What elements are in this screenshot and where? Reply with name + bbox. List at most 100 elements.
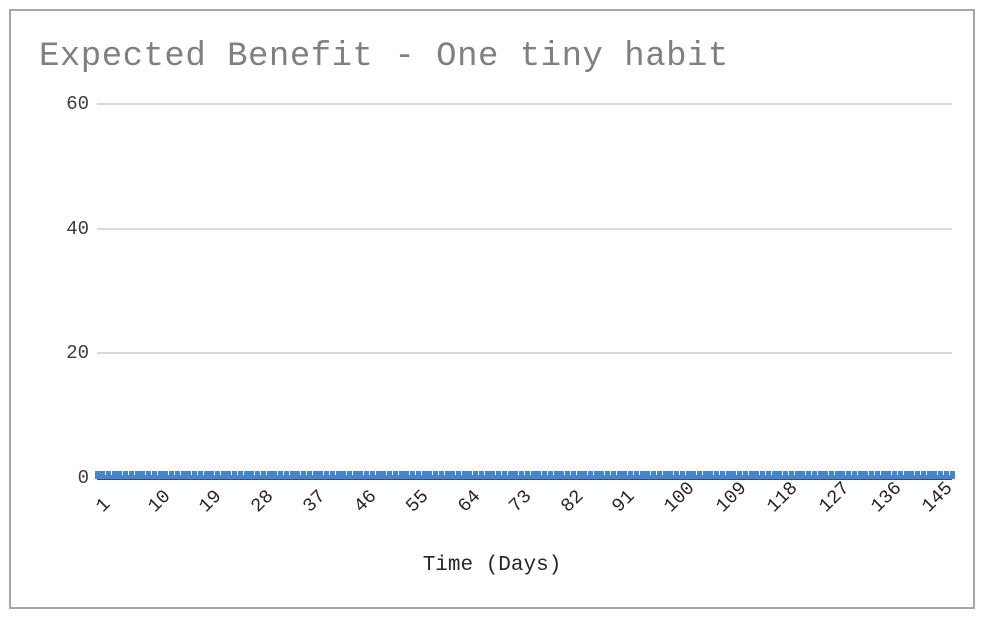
x-tick-label: 73 — [504, 485, 537, 518]
data-point-marker — [324, 471, 330, 480]
data-point-marker — [398, 471, 404, 480]
data-point-marker — [777, 471, 783, 480]
data-point-marker — [932, 471, 938, 480]
data-point-marker — [100, 471, 106, 480]
data-point-marker — [622, 471, 628, 480]
data-point-marker — [530, 471, 536, 480]
data-point-marker — [559, 471, 565, 480]
data-point-marker — [278, 471, 284, 480]
data-point-marker — [697, 471, 703, 480]
data-point-marker — [519, 471, 525, 480]
data-point-marker — [691, 471, 697, 480]
data-point-marker — [111, 471, 117, 480]
data-point-marker — [467, 471, 473, 480]
data-point-marker — [593, 471, 599, 480]
data-point-marker — [174, 471, 180, 480]
data-point-marker — [857, 471, 863, 480]
data-point-marker — [542, 471, 548, 480]
data-point-marker — [869, 471, 875, 480]
data-point-marker — [123, 471, 129, 480]
data-point-marker — [450, 471, 456, 480]
data-point-marker — [306, 471, 312, 480]
data-point-marker — [266, 471, 272, 480]
data-point-marker — [714, 471, 720, 480]
data-point-marker — [358, 471, 364, 480]
data-point-marker — [760, 471, 766, 480]
data-point-marker — [186, 471, 192, 480]
data-point-marker — [513, 471, 519, 480]
data-point-marker — [192, 471, 198, 480]
data-point-marker — [444, 471, 450, 480]
data-point-marker — [616, 471, 622, 480]
data-point-marker — [668, 471, 674, 480]
x-axis-title: Time (Days) — [422, 554, 562, 577]
data-point-marker — [249, 471, 255, 480]
data-point-marker — [157, 471, 163, 480]
data-point-marker — [903, 471, 909, 480]
chart-frame: Expected Benefit - One tiny habit 60 40 20… — [9, 9, 975, 609]
y-tick-label: 40 — [66, 217, 89, 240]
x-tick-label: 55 — [401, 485, 434, 518]
data-point-marker — [335, 471, 341, 480]
x-tick-label: 10 — [143, 485, 175, 518]
data-point-marker — [909, 471, 915, 480]
data-point-marker — [140, 471, 146, 480]
data-point-marker — [794, 471, 800, 480]
data-point-marker — [404, 471, 410, 480]
data-point-marker — [496, 471, 502, 480]
data-point-marker — [605, 471, 611, 480]
data-point-marker — [346, 471, 352, 480]
data-point-marker — [656, 471, 662, 480]
data-point-marker — [553, 471, 559, 480]
x-tick-label: 64 — [453, 485, 485, 518]
data-point-marker — [369, 471, 375, 480]
x-tick-label: 28 — [246, 485, 279, 518]
data-point-marker — [392, 471, 398, 480]
data-point-marker — [226, 471, 232, 480]
data-point-marker — [375, 471, 381, 480]
x-tick-label: 127 — [814, 477, 855, 518]
data-point-marker — [737, 471, 743, 480]
data-point-marker — [415, 471, 421, 480]
data-point-marker — [128, 471, 134, 480]
data-point-marker — [788, 471, 794, 480]
data-point-marker — [151, 471, 157, 480]
data-point-marker — [897, 471, 903, 480]
y-axis-tick-labels: 60 40 20 0 — [39, 95, 89, 488]
data-point-marker — [674, 471, 680, 480]
x-tick-label: 1 — [91, 493, 116, 518]
data-point-marker — [341, 471, 347, 480]
data-point-marker — [524, 471, 530, 480]
data-point-marker — [295, 471, 301, 480]
data-point-marker — [582, 471, 588, 480]
data-point-marker — [610, 471, 616, 480]
data-point-marker — [364, 471, 370, 480]
data-point-marker — [892, 471, 898, 480]
data-point-marker — [840, 471, 846, 480]
data-point-marker — [725, 471, 731, 480]
x-tick-label: 118 — [762, 477, 803, 518]
data-point-marker — [547, 471, 553, 480]
data-point-marker — [117, 471, 123, 480]
x-tick-label: 37 — [298, 485, 330, 518]
y-tick-label: 20 — [66, 342, 89, 365]
data-point-marker — [765, 471, 771, 480]
data-point-marker — [536, 471, 542, 480]
data-point-marker — [817, 471, 823, 480]
data-point-marker — [220, 471, 226, 480]
data-point-marker — [576, 471, 582, 480]
data-point-marker — [645, 471, 651, 480]
data-point-marker — [94, 471, 100, 480]
data-point-marker — [163, 471, 169, 480]
data-point-marker — [421, 471, 427, 480]
data-point-marker — [255, 471, 261, 480]
data-point-marker — [105, 471, 111, 480]
data-point-marker — [806, 471, 812, 480]
data-point-marker — [438, 471, 444, 480]
data-point-marker — [702, 471, 708, 480]
data-point-marker — [473, 471, 479, 480]
data-point-marker — [329, 471, 335, 480]
x-tick-label: 46 — [349, 485, 382, 518]
data-point-marker — [863, 471, 869, 480]
data-point-marker — [260, 471, 266, 480]
